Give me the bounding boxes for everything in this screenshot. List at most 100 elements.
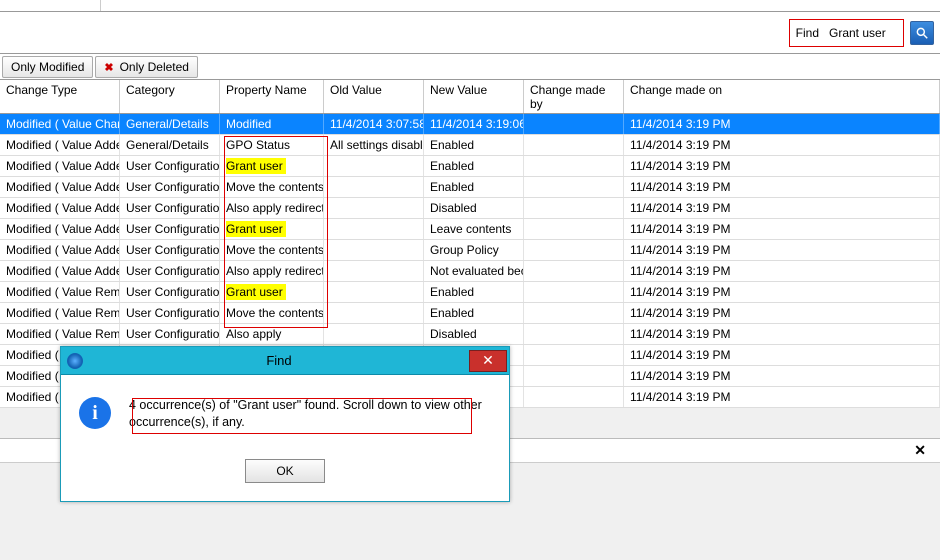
table-cell: Modified ( Value Added) — [0, 219, 120, 239]
table-cell — [524, 156, 624, 176]
table-cell: Modified ( Value Added) — [0, 156, 120, 176]
table-cell: All settings disabled — [324, 135, 424, 155]
only-modified-label: Only Modified — [11, 60, 84, 74]
table-cell: Not evaluated because primary — [424, 261, 524, 281]
table-cell — [524, 219, 624, 239]
search-button[interactable] — [910, 21, 934, 45]
table-row[interactable]: Modified ( Value Removed)User Configurat… — [0, 324, 940, 345]
table-cell — [324, 324, 424, 344]
table-cell: 11/4/2014 3:19 PM — [624, 387, 940, 407]
delete-x-icon: ✖ — [104, 61, 113, 74]
table-cell: User Configuration (Enabled)/Policies — [120, 156, 220, 176]
table-cell: User Configuration (Enabled)/Policies — [120, 177, 220, 197]
table-cell: Disabled — [424, 198, 524, 218]
table-row[interactable]: Modified ( Value Added)General/DetailsGP… — [0, 135, 940, 156]
table-cell — [524, 282, 624, 302]
table-cell — [324, 156, 424, 176]
table-row[interactable]: Modified ( Value Added)User Configuratio… — [0, 261, 940, 282]
table-cell — [524, 387, 624, 407]
info-icon: i — [79, 397, 111, 429]
table-cell — [324, 198, 424, 218]
col-change-type[interactable]: Change Type — [0, 80, 120, 113]
table-row[interactable]: Modified ( Value Added)User Configuratio… — [0, 156, 940, 177]
table-header: Change Type Category Property Name Old V… — [0, 80, 940, 114]
table-cell: 11/4/2014 3:19 PM — [624, 135, 940, 155]
table-row[interactable]: Modified ( Value Changed)General/Details… — [0, 114, 940, 135]
find-input[interactable] — [827, 25, 897, 41]
table-row[interactable]: Modified ( Value Added)User Configuratio… — [0, 219, 940, 240]
only-deleted-button[interactable]: ✖ Only Deleted — [95, 56, 198, 78]
col-old-value[interactable]: Old Value — [324, 80, 424, 113]
table-cell: Enabled — [424, 177, 524, 197]
dialog-close-button[interactable]: ✕ — [469, 350, 507, 372]
dialog-titlebar[interactable]: Find ✕ — [61, 347, 509, 375]
col-property-name[interactable]: Property Name — [220, 80, 324, 113]
table-cell: 11/4/2014 3:19 PM — [624, 366, 940, 386]
table-row[interactable]: Modified ( Value Added)User Configuratio… — [0, 198, 940, 219]
table-cell — [324, 240, 424, 260]
table-cell: 11/4/2014 3:19 PM — [624, 177, 940, 197]
highlight-box-property — [224, 136, 328, 328]
table-cell — [524, 261, 624, 281]
table-cell: General/Details — [120, 114, 220, 134]
table-cell: Modified ( Value Removed) — [0, 282, 120, 302]
dialog-icon — [67, 353, 83, 369]
table-cell: Modified ( Value Removed) — [0, 303, 120, 323]
table-cell: Modified ( Value Changed) — [0, 114, 120, 134]
highlight-box-message — [132, 398, 472, 434]
table-cell: Enabled — [424, 282, 524, 302]
table-cell: 11/4/2014 3:07:58 PM — [324, 114, 424, 134]
table-cell — [324, 282, 424, 302]
table-cell — [524, 177, 624, 197]
ok-button[interactable]: OK — [245, 459, 325, 483]
table-cell — [524, 303, 624, 323]
table-cell: 11/4/2014 3:19 PM — [624, 219, 940, 239]
table-cell — [524, 198, 624, 218]
table-cell: 11/4/2014 3:19 PM — [624, 282, 940, 302]
table-cell: 11/4/2014 3:19 PM — [624, 156, 940, 176]
table-cell: 11/4/2014 3:19 PM — [624, 303, 940, 323]
col-category[interactable]: Category — [120, 80, 220, 113]
find-box: Find — [789, 19, 904, 47]
only-modified-button[interactable]: Only Modified — [2, 56, 93, 78]
find-label: Find — [796, 26, 819, 40]
table-cell: 11/4/2014 3:19 PM — [624, 261, 940, 281]
table-cell: Disabled — [424, 324, 524, 344]
dialog-title: Find — [89, 353, 469, 368]
table-cell — [524, 240, 624, 260]
table-cell: Group Policy — [424, 240, 524, 260]
table-cell: User Configuration (Disabled)/Policies — [120, 303, 220, 323]
table-cell — [324, 303, 424, 323]
table-cell: Enabled — [424, 303, 524, 323]
table-cell — [324, 177, 424, 197]
col-change-on[interactable]: Change made on — [624, 80, 940, 113]
clear-status-button[interactable]: ✕ — [908, 442, 932, 459]
table-cell: 11/4/2014 3:19 PM — [624, 345, 940, 365]
table-row[interactable]: Modified ( Value Added)User Configuratio… — [0, 240, 940, 261]
table-row[interactable]: Modified ( Value Added)User Configuratio… — [0, 177, 940, 198]
table-cell: 11/4/2014 3:19 PM — [624, 198, 940, 218]
table-cell: Modified ( Value Added) — [0, 240, 120, 260]
table-cell: Modified ( Value Added) — [0, 177, 120, 197]
col-new-value[interactable]: New Value — [424, 80, 524, 113]
table-row[interactable]: Modified ( Value Removed)User Configurat… — [0, 303, 940, 324]
table-cell: User Configuration (Enabled)/Policies — [120, 240, 220, 260]
toolbar: Find — [0, 12, 940, 54]
table-cell: Enabled — [424, 156, 524, 176]
table-cell: User Configuration (Enabled)/Policies — [120, 198, 220, 218]
only-deleted-label: Only Deleted — [120, 60, 189, 74]
table-cell: Enabled — [424, 135, 524, 155]
table-cell — [324, 219, 424, 239]
table-cell — [524, 324, 624, 344]
table-cell — [524, 366, 624, 386]
table-row[interactable]: Modified ( Value Removed)User Configurat… — [0, 282, 940, 303]
table-cell: User Configuration (Enabled)/Policies — [120, 261, 220, 281]
filter-bar: Only Modified ✖ Only Deleted — [0, 54, 940, 80]
col-change-by[interactable]: Change made by — [524, 80, 624, 113]
table-cell — [524, 345, 624, 365]
table-cell: User Configuration — [120, 324, 220, 344]
table-cell: Modified ( Value Added) — [0, 198, 120, 218]
table-cell: Modified ( Value Added) — [0, 135, 120, 155]
table-cell — [524, 114, 624, 134]
table-cell: Leave contents — [424, 219, 524, 239]
